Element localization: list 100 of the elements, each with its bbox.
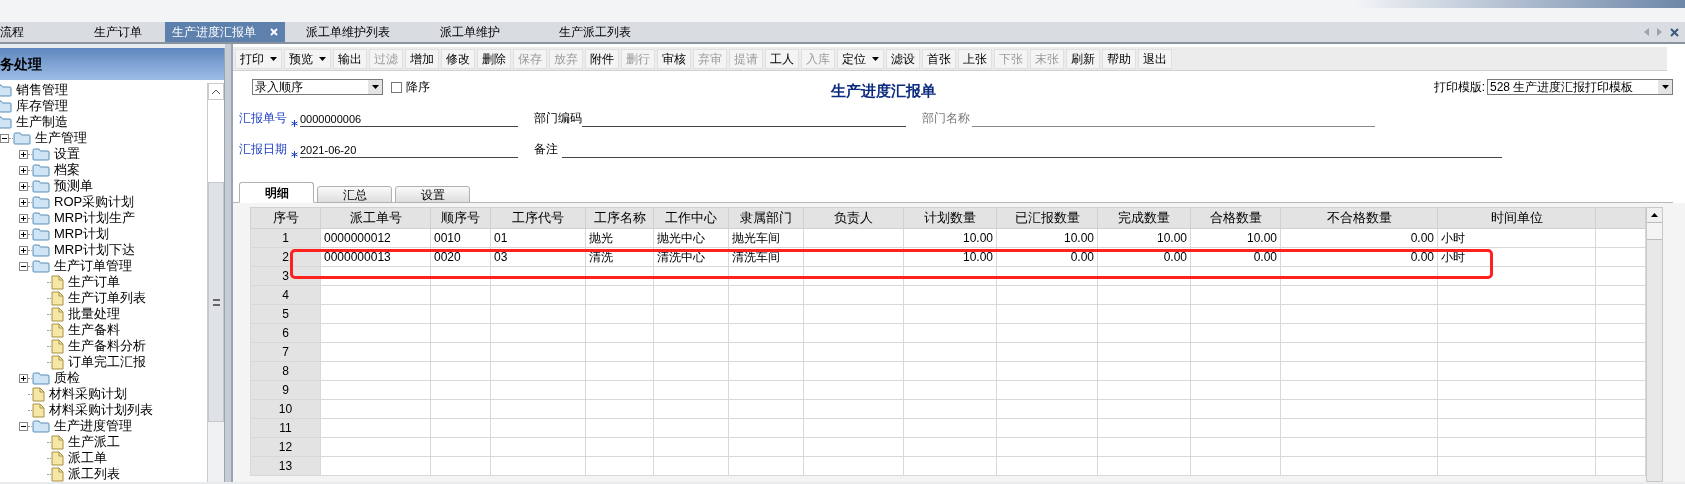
column-header[interactable]: 计划数量	[903, 207, 997, 228]
column-header[interactable]: 已汇报数量	[996, 207, 1098, 228]
toolbar-button[interactable]: 增加	[405, 48, 439, 69]
tab[interactable]: 生产进度汇报单	[165, 22, 285, 42]
document-icon	[51, 306, 64, 322]
expand-icon[interactable]	[19, 197, 28, 207]
document-icon	[51, 274, 64, 290]
table-row[interactable]: 8	[250, 361, 1646, 380]
column-header[interactable]: 时间单位	[1437, 207, 1596, 228]
column-header[interactable]: 顺序号	[430, 207, 491, 228]
table-row[interactable]: 1 0000000012 0010 01 抛光 抛光中心 抛光车间 10.00 10.00 10.00 10.00 0.00 小时	[250, 228, 1646, 247]
scrollbar[interactable]	[207, 83, 224, 482]
document-icon	[51, 466, 64, 482]
scrollbar[interactable]	[1646, 207, 1663, 482]
document-icon	[51, 450, 64, 466]
field-label: 备注	[534, 141, 559, 158]
collapse-icon[interactable]	[19, 421, 28, 431]
toolbar-button[interactable]: 首张	[922, 48, 956, 69]
folder-icon	[32, 195, 50, 209]
toolbar-button[interactable]: 滤设	[886, 48, 920, 69]
column-header[interactable]: 工序代号	[490, 207, 586, 228]
expand-icon[interactable]	[19, 181, 28, 191]
print-template-label: 打印模版:	[1433, 79, 1485, 96]
toolbar-button[interactable]: 打印	[235, 48, 282, 69]
toolbar-button[interactable]: 附件	[585, 48, 619, 69]
scroll-up-button[interactable]	[1647, 208, 1662, 223]
field-label: 汇报单号	[239, 110, 288, 127]
toolbar-button[interactable]: 修改	[441, 48, 475, 69]
close-icon[interactable]	[1670, 27, 1679, 37]
expand-icon[interactable]	[19, 373, 28, 383]
folder-icon	[32, 179, 50, 193]
toolbar-button[interactable]: 预览	[284, 48, 331, 69]
table-row[interactable]: 6	[250, 323, 1646, 342]
expand-icon[interactable]	[19, 149, 28, 159]
up-arrow-icon[interactable]	[1651, 213, 1658, 217]
toolbar-button[interactable]: 删除	[477, 48, 511, 69]
scrollbar-thumb[interactable]	[1647, 223, 1662, 240]
form-title: 生产进度汇报单	[831, 81, 936, 101]
dropdown-arrow-icon[interactable]	[1661, 85, 1669, 89]
column-header[interactable]: 序号	[250, 207, 321, 228]
toolbar-button[interactable]: 工人	[765, 48, 799, 69]
expand-icon[interactable]	[19, 229, 28, 239]
input-field[interactable]: 0000000006	[300, 112, 518, 127]
dropdown-arrow-icon[interactable]	[371, 85, 379, 89]
table-row[interactable]: 13	[250, 456, 1646, 475]
tab[interactable]: 流程	[0, 22, 70, 42]
print-template-dropdown[interactable]: 528 生产进度汇报打印模板	[1487, 79, 1673, 95]
toolbar-button[interactable]: 帮助	[1102, 48, 1136, 69]
document-icon	[51, 338, 64, 354]
collapse-icon[interactable]	[19, 261, 28, 271]
table-row[interactable]: 9	[250, 380, 1646, 399]
toolbar-button[interactable]: 退出	[1138, 48, 1172, 69]
toolbar-button[interactable]: 审核	[657, 48, 691, 69]
tab[interactable]: 派工单维护列表	[285, 22, 410, 42]
document-icon	[32, 402, 45, 418]
tab[interactable]: 生产订单	[70, 22, 165, 42]
caret-icon	[319, 56, 326, 61]
column-header[interactable]: 负责人	[803, 207, 904, 228]
folder-icon	[32, 419, 50, 433]
table-row[interactable]: 11	[250, 418, 1646, 437]
document-icon	[32, 386, 45, 402]
document-icon	[51, 434, 64, 450]
tab[interactable]: 明细	[239, 182, 314, 203]
table-row[interactable]: 12	[250, 437, 1646, 456]
sort-dropdown[interactable]: 录入顺序	[252, 79, 383, 95]
expand-icon[interactable]	[19, 165, 28, 175]
table-row[interactable]: 10	[250, 399, 1646, 418]
document-icon	[51, 322, 64, 338]
descending-label: 降序	[406, 79, 430, 96]
scrollbar-thumb[interactable]	[208, 182, 224, 422]
table-row[interactable]: 7	[250, 342, 1646, 361]
tab[interactable]: 设置	[395, 186, 470, 203]
column-header[interactable]: 合格数量	[1190, 207, 1281, 228]
toolbar-button[interactable]: 上张	[958, 48, 992, 69]
column-header[interactable]: 隶属部门	[728, 207, 804, 228]
toolbar-button[interactable]: 刷新	[1066, 48, 1100, 69]
column-header[interactable]: 不合格数量	[1280, 207, 1438, 228]
column-header[interactable]: 工作中心	[653, 207, 729, 228]
table-row[interactable]: 2 0000000013 0020 03 清洗 清洗中心 清洗车间 10.00 0.00 0.00 0.00 0.00 小时	[250, 247, 1646, 266]
table-row[interactable]: 3	[250, 266, 1646, 285]
input-field[interactable]: 2021-06-20	[300, 143, 518, 158]
expand-icon[interactable]	[19, 245, 28, 255]
tab[interactable]: 汇总	[317, 186, 392, 203]
descending-checkbox[interactable]	[391, 81, 402, 93]
sidebar-title: 务处理	[0, 48, 224, 80]
table-row[interactable]: 5	[250, 304, 1646, 323]
folder-icon	[32, 163, 50, 177]
table-row[interactable]: 4	[250, 285, 1646, 304]
column-header[interactable]: 派工单号	[320, 207, 431, 228]
tab[interactable]: 派工单维护	[410, 22, 530, 42]
collapse-icon[interactable]	[0, 133, 9, 143]
scroll-up-button[interactable]	[208, 83, 224, 100]
column-header[interactable]: 工序名称	[585, 207, 654, 228]
document-icon	[51, 354, 64, 370]
tab[interactable]: 生产派工列表	[530, 22, 660, 42]
toolbar-button[interactable]: 输出	[333, 48, 367, 69]
toolbar-button[interactable]: 定位	[837, 48, 884, 69]
column-header[interactable]: 完成数量	[1097, 207, 1191, 228]
expand-icon[interactable]	[19, 213, 28, 223]
folder-icon	[0, 99, 12, 113]
